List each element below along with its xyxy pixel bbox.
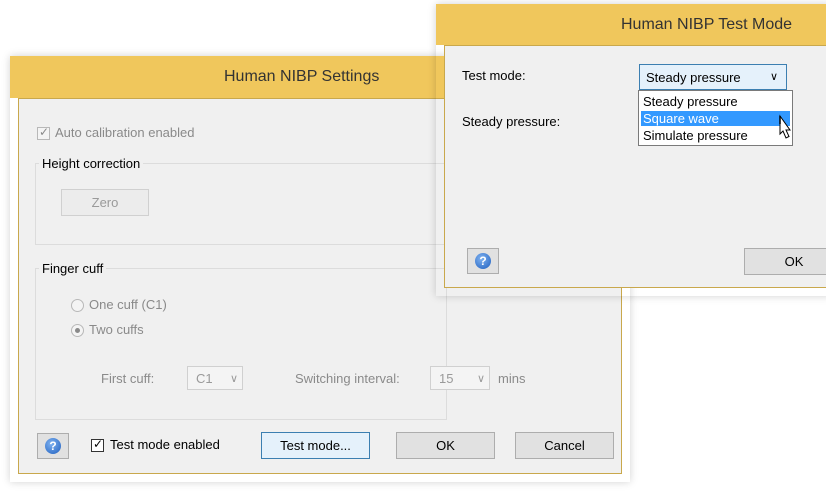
mins-label: mins	[498, 371, 526, 386]
chevron-down-icon: ∨	[769, 71, 778, 83]
chevron-down-icon: ∨	[476, 373, 485, 385]
test-mode-dropdown-list: Steady pressure Square wave Simulate pre…	[638, 90, 793, 146]
steady-pressure-label: Steady pressure:	[462, 114, 561, 129]
settings-title: Human NIBP Settings	[224, 68, 380, 85]
test-mode-button[interactable]: Test mode...	[261, 432, 370, 459]
first-cuff-value: C1	[196, 371, 213, 386]
finger-cuff-group	[35, 268, 447, 420]
zero-button[interactable]: Zero	[61, 189, 149, 216]
checkmark-icon: ✓	[39, 125, 50, 139]
switching-interval-select[interactable]: 15 ∨	[430, 366, 490, 390]
test-mode-select[interactable]: Steady pressure ∨	[639, 64, 787, 90]
dropdown-option-square-wave[interactable]: Square wave	[641, 111, 790, 126]
settings-help-button[interactable]: ?	[37, 433, 69, 459]
settings-ok-button[interactable]: OK	[396, 432, 495, 459]
radio-selected-dot	[75, 328, 80, 333]
one-cuff-label: One cuff (C1)	[89, 297, 167, 312]
switching-interval-value: 15	[439, 371, 454, 386]
two-cuffs-label: Two cuffs	[89, 322, 144, 337]
switching-interval-label: Switching interval:	[295, 371, 400, 386]
test-mode-titlebar[interactable]: Human NIBP Test Mode	[436, 4, 826, 45]
test-mode-enabled-label: Test mode enabled	[110, 437, 220, 452]
test-mode-client: Test mode: Steady pressure ∨ Steady pres…	[444, 45, 826, 288]
help-icon: ?	[475, 253, 491, 269]
checkmark-icon: ✓	[93, 437, 104, 451]
test-mode-title: Human NIBP Test Mode	[621, 16, 793, 33]
dropdown-option-simulate-pressure[interactable]: Simulate pressure	[641, 128, 790, 143]
auto-calibration-label: Auto calibration enabled	[55, 125, 195, 140]
test-mode-ok-button[interactable]: OK	[744, 248, 826, 275]
auto-calibration-checkbox[interactable]: ✓	[37, 125, 50, 140]
test-mode-help-button[interactable]: ?	[467, 248, 499, 274]
one-cuff-radio[interactable]	[71, 299, 84, 312]
height-correction-label: Height correction	[39, 156, 144, 171]
test-mode-enabled-checkbox[interactable]: ✓	[91, 437, 104, 452]
test-mode-dialog: Human NIBP Test Mode Test mode: Steady p…	[436, 4, 826, 296]
first-cuff-label: First cuff:	[101, 371, 155, 386]
chevron-down-icon: ∨	[229, 373, 238, 385]
mouse-pointer-icon	[779, 114, 791, 139]
first-cuff-select[interactable]: C1 ∨	[187, 366, 243, 390]
test-mode-label: Test mode:	[462, 68, 526, 83]
two-cuffs-radio[interactable]	[71, 324, 84, 337]
finger-cuff-label: Finger cuff	[39, 261, 107, 276]
test-mode-value: Steady pressure	[646, 70, 741, 85]
help-icon: ?	[45, 438, 61, 454]
settings-cancel-button[interactable]: Cancel	[515, 432, 614, 459]
dropdown-option-steady-pressure[interactable]: Steady pressure	[641, 94, 790, 109]
